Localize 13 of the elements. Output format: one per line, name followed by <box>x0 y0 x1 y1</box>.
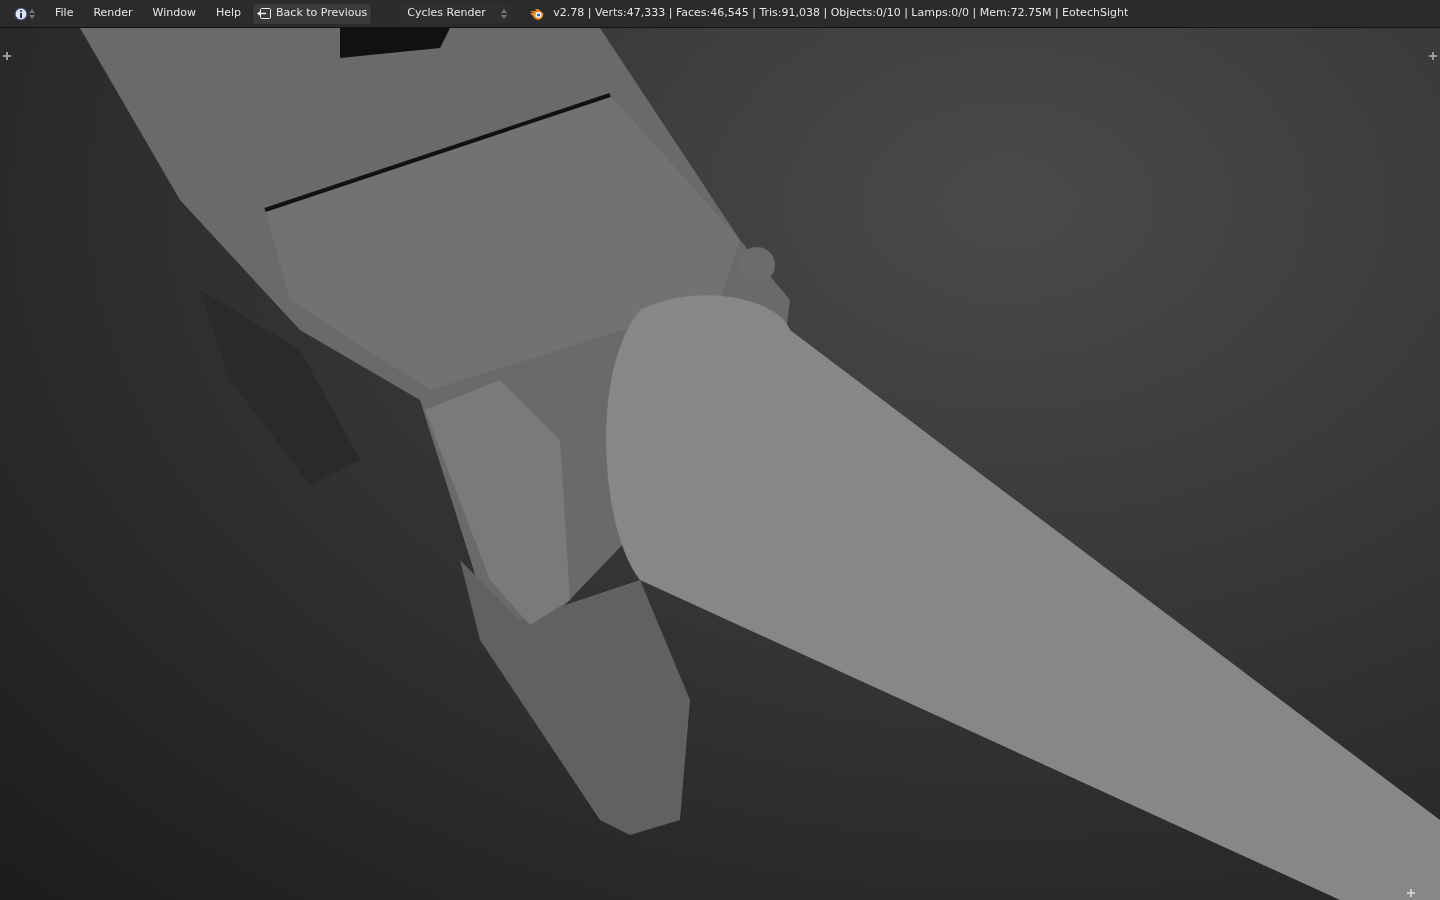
plus-icon <box>2 51 12 61</box>
menu-item[interactable]: Help <box>205 3 252 24</box>
plus-icon <box>1406 888 1416 898</box>
menu-item[interactable]: Window <box>142 3 206 24</box>
info-icon <box>14 6 28 21</box>
plus-icon <box>1428 51 1438 61</box>
back-to-previous-button[interactable]: Back to Previous <box>253 3 372 24</box>
menu-item[interactable]: File <box>45 3 84 24</box>
updown-icon <box>501 7 508 20</box>
menu-item[interactable]: Render <box>83 3 143 24</box>
app-logo-icon <box>529 7 546 20</box>
back-icon <box>257 8 272 19</box>
scene-stats: v2.78 | Verts:47,333 | Faces:46,545 | Tris:91,038 | Objects:0/10 | Lamps:0/0 | Mem:72.75M | EotechSight <box>553 5 1129 22</box>
